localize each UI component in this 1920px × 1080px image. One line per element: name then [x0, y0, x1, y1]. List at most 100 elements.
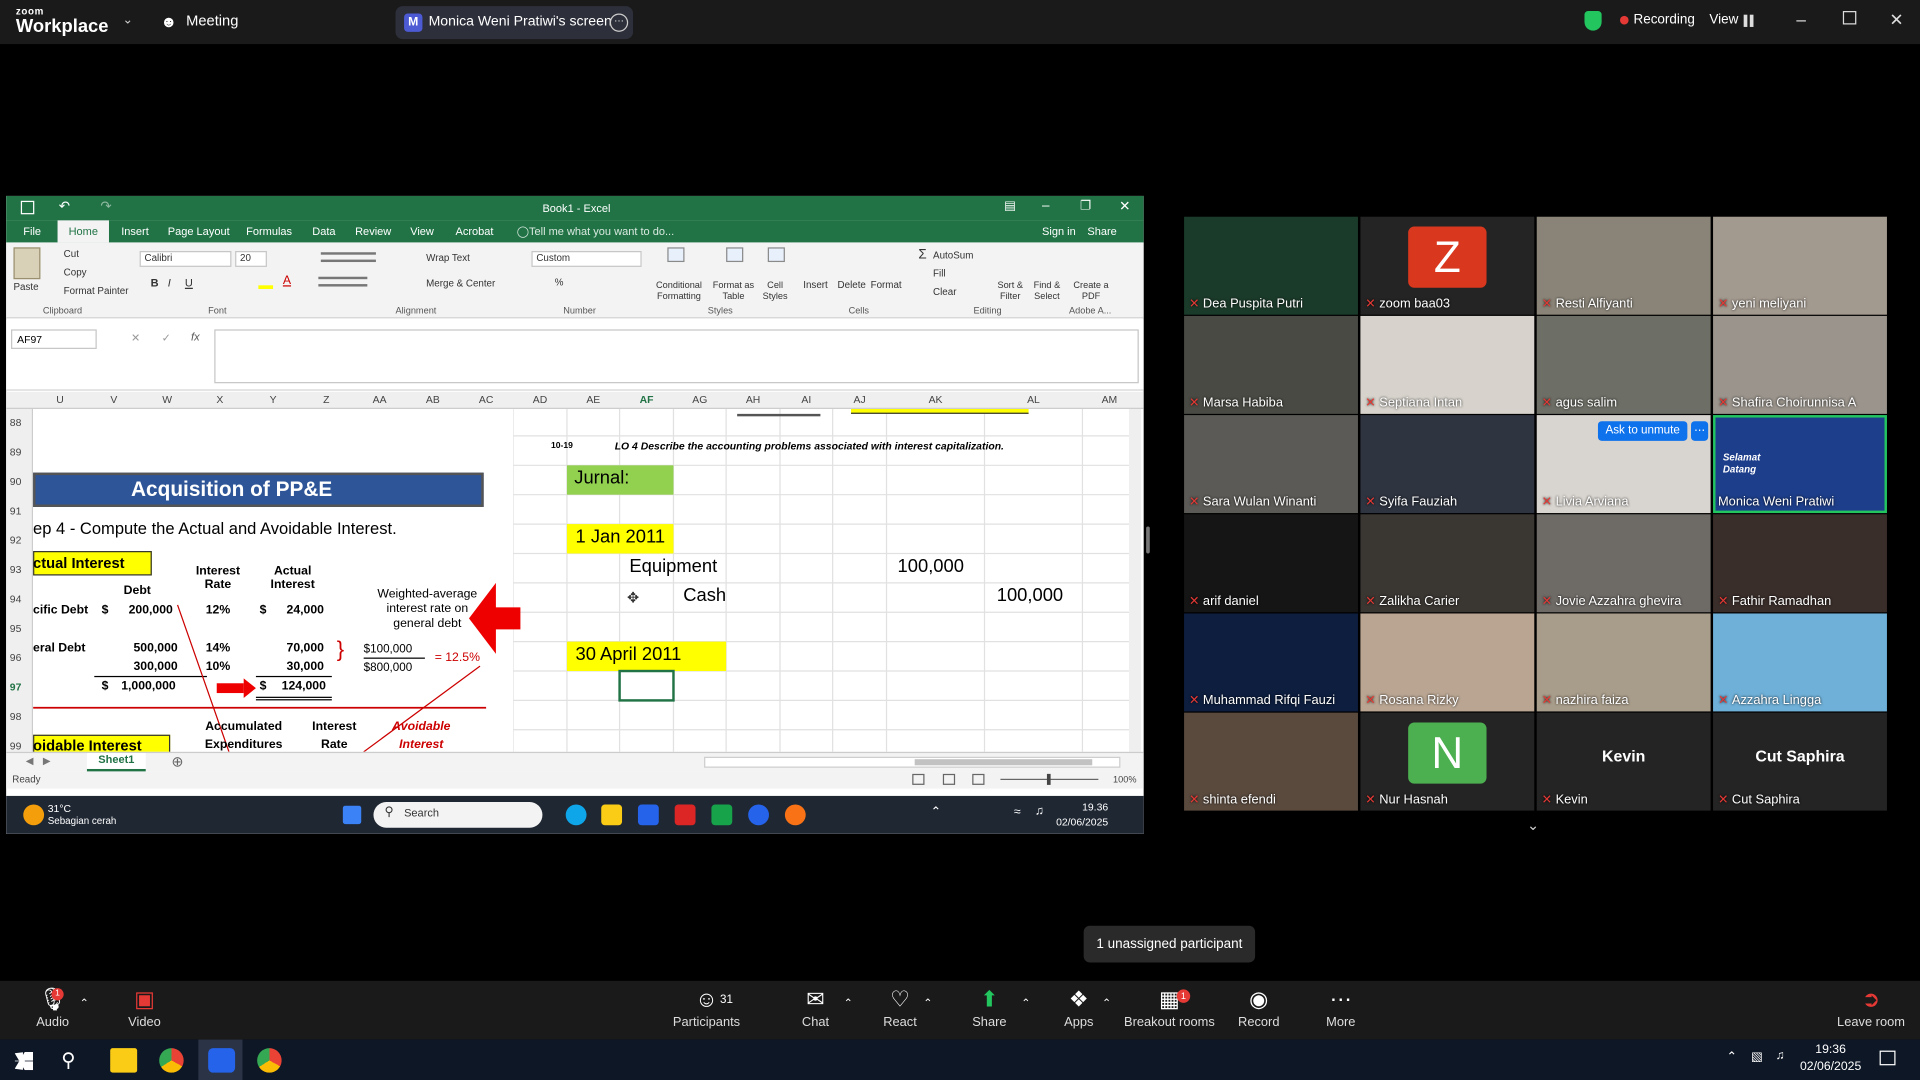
participant-tile[interactable]: ✕ Dea Puspita Putri: [1184, 216, 1358, 315]
row-header-96[interactable]: 96: [10, 651, 22, 663]
sheet-nav-left-icon[interactable]: ◀: [26, 756, 34, 767]
vertical-scrollbar[interactable]: [1128, 408, 1142, 752]
sign-in-link[interactable]: Sign in: [1042, 225, 1076, 237]
ribbon-display-icon[interactable]: ▤: [1004, 200, 1016, 213]
minimize-icon[interactable]: –: [1796, 10, 1806, 30]
cut-button[interactable]: Cut: [64, 249, 79, 260]
font-size-select[interactable]: 20: [235, 251, 267, 267]
participant-tile[interactable]: Z ✕ zoom baa03: [1360, 216, 1535, 315]
tab-home[interactable]: Home: [69, 225, 98, 237]
format-painter-button[interactable]: Format Painter: [64, 285, 129, 296]
audio-options-chevron-icon[interactable]: ⌃: [80, 997, 89, 1010]
participant-tile[interactable]: ✕ Zalikha Carier: [1360, 514, 1535, 613]
taskbar-file-explorer-icon[interactable]: [110, 1048, 138, 1073]
edge-icon[interactable]: [565, 804, 587, 826]
normal-view-icon[interactable]: [912, 773, 925, 785]
taskbar-chrome-icon-2[interactable]: [257, 1048, 282, 1073]
participant-tile[interactable]: ✕ Marsa Habiba: [1184, 315, 1358, 414]
format-as-table-icon[interactable]: [726, 247, 744, 263]
split-resize-handle[interactable]: [1146, 526, 1150, 554]
security-shield-icon[interactable]: [1584, 11, 1602, 31]
cell-cash[interactable]: Cash: [683, 585, 726, 606]
column-header-u[interactable]: U: [33, 393, 87, 405]
column-header-af[interactable]: AF: [620, 393, 674, 405]
column-header-ad[interactable]: AD: [513, 393, 567, 405]
horizontal-scroll-thumb[interactable]: [914, 759, 1093, 766]
format-as-table-button[interactable]: Format as Table: [708, 279, 759, 301]
font-color-icon[interactable]: A: [283, 274, 291, 287]
tile-more-options-icon[interactable]: ⋯: [1691, 421, 1709, 441]
find-select-button[interactable]: Find & Select: [1025, 279, 1069, 301]
cell-cash-amount[interactable]: 100,000: [997, 585, 1063, 606]
network-icon[interactable]: ▧: [1751, 1051, 1763, 1064]
firefox-icon[interactable]: [784, 804, 806, 826]
column-header-x[interactable]: X: [193, 393, 246, 405]
cell-equipment-amount[interactable]: 100,000: [898, 556, 964, 577]
participant-tile[interactable]: Selamat Datang Monica Weni Pratiwi: [1713, 415, 1887, 514]
redo-icon[interactable]: ↷: [100, 198, 111, 215]
excel-icon[interactable]: [711, 804, 733, 826]
video-button[interactable]: ▣ Video: [102, 981, 188, 1040]
row-header-98[interactable]: 98: [10, 710, 22, 722]
undo-icon[interactable]: ↶: [59, 198, 70, 215]
column-header-y[interactable]: Y: [246, 393, 300, 405]
column-header-ae[interactable]: AE: [567, 393, 620, 405]
view-menu[interactable]: View: [1709, 12, 1738, 27]
notification-center-icon[interactable]: [1879, 1050, 1896, 1066]
participant-tile[interactable]: ✕ Fathir Ramadhan: [1713, 514, 1887, 613]
apps-options-chevron-icon[interactable]: ⌃: [1102, 997, 1111, 1010]
participant-tile[interactable]: Ask to unmute ⋯ ✕ Livia Arviana: [1536, 415, 1711, 514]
column-header-al[interactable]: AL: [984, 393, 1082, 405]
row-header-88[interactable]: 88: [10, 416, 22, 428]
taskbar-chrome-icon[interactable]: [159, 1048, 184, 1073]
tab-review[interactable]: Review: [355, 225, 391, 237]
row-header-91[interactable]: 91: [10, 504, 22, 516]
tab-acrobat[interactable]: Acrobat: [456, 225, 494, 237]
copy-button[interactable]: Copy: [64, 267, 87, 278]
conditional-formatting-icon[interactable]: [667, 247, 685, 263]
unassigned-participant-tooltip[interactable]: 1 unassigned participant: [1083, 925, 1256, 963]
leave-room-button[interactable]: ➲ Leave room: [1828, 981, 1914, 1040]
worksheet-grid[interactable]: Acquisition of PP&E ep 4 - Compute the A…: [33, 408, 1132, 752]
column-header-ag[interactable]: AG: [673, 393, 726, 405]
formula-input[interactable]: [214, 329, 1139, 384]
page-break-view-icon[interactable]: [972, 773, 985, 785]
participant-tile[interactable]: ✕ Septiana Intan: [1360, 315, 1535, 414]
name-box[interactable]: AF97: [11, 329, 97, 349]
close-icon[interactable]: ✕: [1889, 10, 1903, 31]
cancel-entry-icon[interactable]: ✕: [131, 332, 140, 345]
align-top-icon[interactable]: [320, 252, 376, 263]
participant-tile[interactable]: ✕ Muhammad Rifqi Fauzi: [1184, 613, 1358, 712]
create-pdf-button[interactable]: Create a PDF: [1073, 279, 1110, 301]
react-options-chevron-icon[interactable]: ⌃: [923, 997, 932, 1010]
participant-tile[interactable]: ✕ Shafira Choirunnisa A: [1713, 315, 1887, 414]
more-button[interactable]: ⋯ More: [1298, 981, 1384, 1040]
column-header-w[interactable]: W: [141, 393, 194, 405]
view-grid-icon[interactable]: [1743, 14, 1754, 27]
font-name-select[interactable]: Calibri: [139, 251, 232, 267]
sheet-nav-right-icon[interactable]: ▶: [43, 756, 51, 767]
column-header-v[interactable]: V: [87, 393, 141, 405]
paste-icon[interactable]: [13, 247, 41, 280]
row-header-89[interactable]: 89: [10, 446, 22, 458]
row-header-92[interactable]: 92: [10, 534, 22, 546]
cell-equipment[interactable]: Equipment: [629, 556, 717, 577]
column-header-ai[interactable]: AI: [780, 393, 833, 405]
share-button[interactable]: Share: [1087, 225, 1116, 237]
underline-icon[interactable]: U: [185, 277, 193, 289]
paste-button[interactable]: Paste: [13, 282, 38, 293]
format-cells-button[interactable]: Format: [871, 279, 902, 290]
conditional-formatting-button[interactable]: Conditional Formatting: [651, 279, 706, 301]
recording-label[interactable]: Recording: [1633, 12, 1694, 27]
bold-icon[interactable]: B: [151, 277, 159, 289]
delete-cells-button[interactable]: Delete: [838, 279, 866, 290]
cell-date1[interactable]: 1 Jan 2011: [576, 527, 666, 548]
insert-function-icon[interactable]: fx: [191, 331, 200, 343]
tab-page-layout[interactable]: Page Layout: [168, 225, 230, 237]
page-layout-view-icon[interactable]: [942, 773, 956, 785]
share-options-chevron-icon[interactable]: ⌃: [1021, 997, 1030, 1010]
confirm-entry-icon[interactable]: ✓: [162, 332, 171, 345]
row-header-90[interactable]: 90: [10, 475, 22, 487]
participant-tile[interactable]: ✕ shinta efendi: [1184, 712, 1358, 811]
maximize-icon[interactable]: [1842, 11, 1857, 25]
